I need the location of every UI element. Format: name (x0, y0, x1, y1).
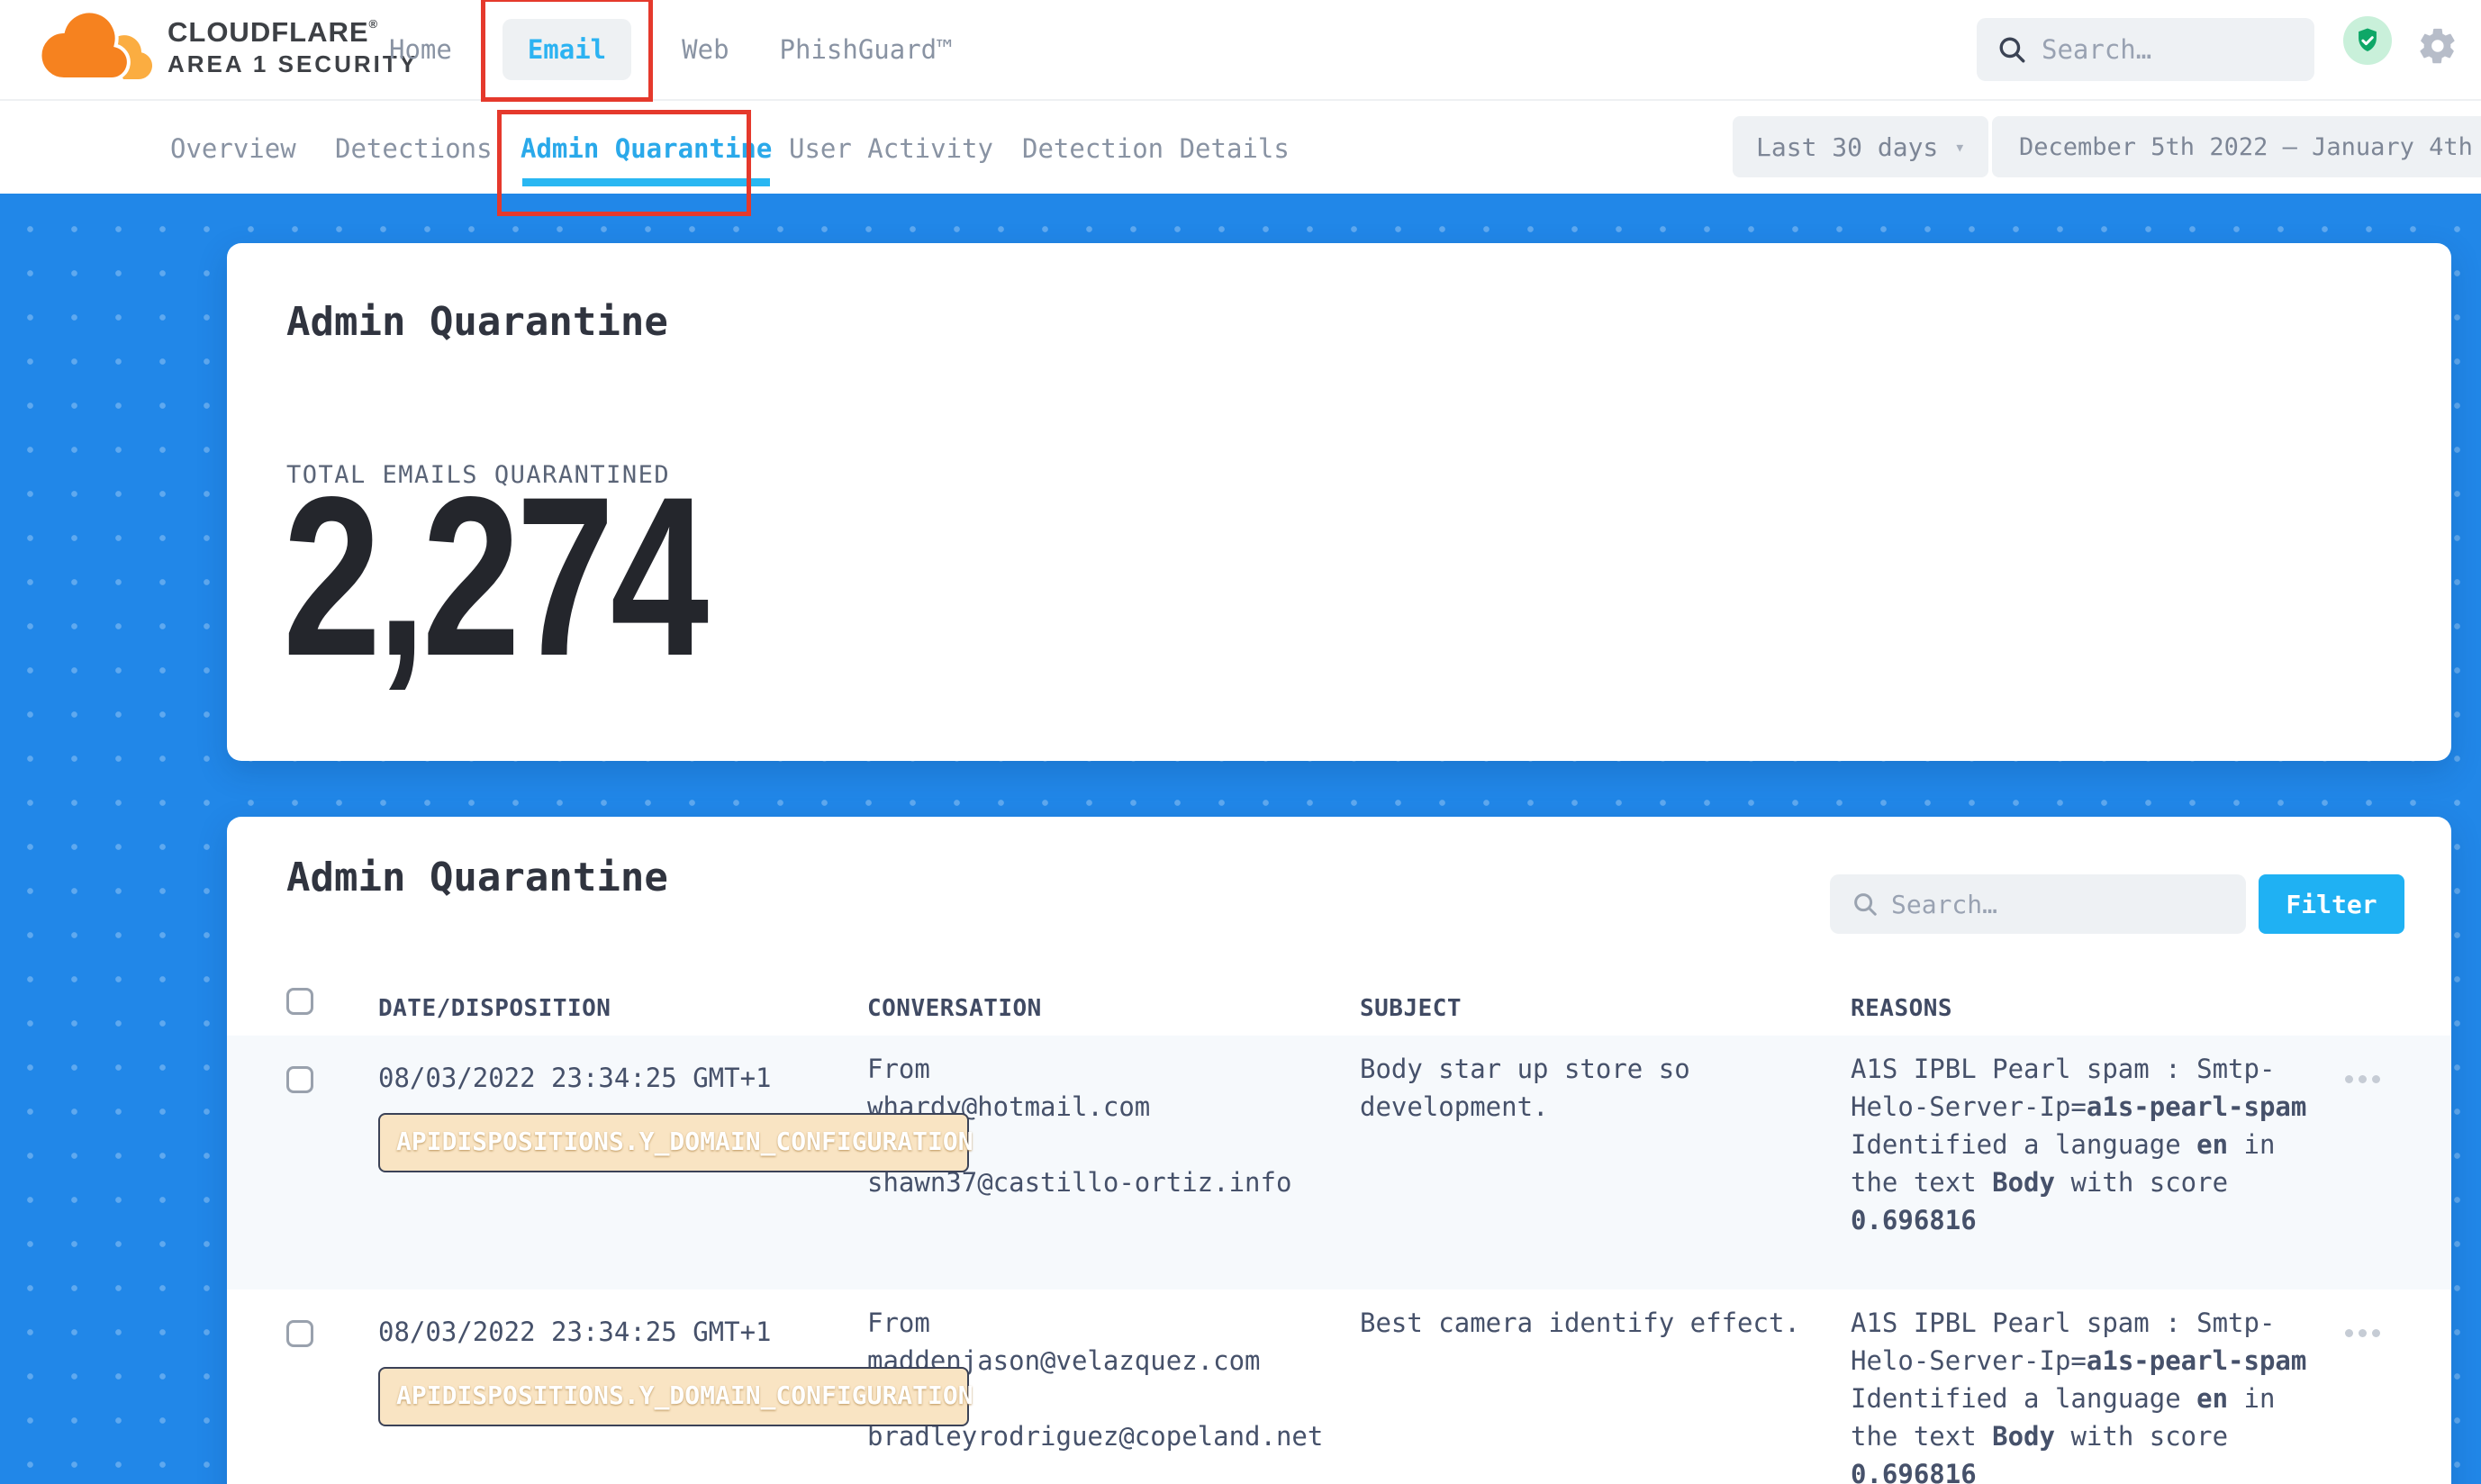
summary-card-title: Admin Quarantine (286, 299, 668, 345)
nav-item-phishguard[interactable]: PhishGuard™ (780, 34, 953, 65)
summary-card: Admin Quarantine TOTAL EMAILS QUARANTINE… (227, 243, 2451, 761)
chevron-down-icon: ▾ (1954, 136, 1965, 158)
active-tab-underline (522, 178, 770, 186)
table-card-title: Admin Quarantine (286, 855, 668, 900)
column-header-subject: SUBJECT (1360, 995, 1462, 1022)
date-range-dropdown-label: Last 30 days (1756, 132, 1938, 162)
content-area: Admin Quarantine TOTAL EMAILS QUARANTINE… (0, 194, 2481, 1484)
select-all-checkbox[interactable] (286, 988, 313, 1015)
tab-detection-details[interactable]: Detection Details (1022, 101, 1290, 195)
row-checkbox[interactable] (286, 1320, 313, 1347)
tab-detections[interactable]: Detections (335, 101, 493, 195)
column-header-reasons: REASONS (1851, 995, 1952, 1022)
date-range-display[interactable]: December 5th 2022 — January 4th 2023 (1992, 116, 2481, 177)
protection-status-badge[interactable] (2343, 16, 2392, 65)
gear-icon (2417, 25, 2458, 67)
cell-subject: Best camera identify effect. (1360, 1304, 1810, 1342)
row-actions-menu[interactable] (2345, 1075, 2380, 1083)
table-search-input[interactable] (1891, 890, 2188, 919)
search-icon (1852, 891, 1879, 918)
page: CLOUDFLARE® AREA 1 SECURITY Home Email W… (0, 0, 2481, 1484)
quarantine-table-card: Admin Quarantine Filter DATE/DISPOSITION… (227, 817, 2451, 1484)
cloudflare-cloud-icon (38, 9, 155, 85)
email-subnav: Overview Detections Admin Quarantine Use… (0, 99, 2481, 194)
top-header: CLOUDFLARE® AREA 1 SECURITY Home Email W… (0, 0, 2481, 99)
nav-item-email-wrap: Email (503, 19, 631, 80)
cell-reasons: A1S IPBL Pearl spam : Smtp-Helo-Server-I… (1851, 1050, 2325, 1239)
table-row[interactable]: 08/03/2022 23:34:25 GMT+1 APIDISPOSITION… (227, 1289, 2451, 1484)
disposition-badge: APIDISPOSITIONS.Y_DOMAIN_CONFIGURATION (378, 1367, 969, 1426)
cell-date: 08/03/2022 23:34:25 GMT+1 (378, 1317, 772, 1347)
brand-line2: AREA 1 SECURITY (168, 52, 418, 76)
shield-check-icon (2352, 25, 2383, 56)
global-search[interactable] (1977, 18, 2314, 81)
settings-button[interactable] (2417, 25, 2458, 67)
table-search[interactable] (1830, 874, 2246, 934)
column-header-conversation: CONVERSATION (867, 995, 1042, 1022)
from-label: From (867, 1304, 1323, 1342)
metric-value: 2,274 (283, 484, 704, 671)
cell-subject: Body star up store so development. (1360, 1050, 1810, 1126)
global-search-input[interactable] (2042, 34, 2285, 65)
table-header-row: DATE/DISPOSITION CONVERSATION SUBJECT RE… (227, 972, 2451, 1040)
nav-item-email[interactable]: Email (503, 19, 631, 80)
disposition-badge: APIDISPOSITIONS.Y_DOMAIN_CONFIGURATION (378, 1113, 969, 1172)
brand-line1: CLOUDFLARE® (168, 18, 418, 46)
brand-trademark: ® (369, 17, 379, 31)
search-icon (1997, 34, 2027, 65)
tab-admin-quarantine[interactable]: Admin Quarantine (521, 101, 772, 195)
row-actions-menu[interactable] (2345, 1329, 2380, 1337)
nav-item-home[interactable]: Home (389, 34, 452, 65)
cell-date: 08/03/2022 23:34:25 GMT+1 (378, 1063, 772, 1093)
from-label: From (867, 1050, 1291, 1088)
tab-overview[interactable]: Overview (170, 101, 296, 195)
column-header-date-disposition: DATE/DISPOSITION (378, 995, 611, 1022)
tab-user-activity[interactable]: User Activity (789, 101, 993, 195)
brand-logo[interactable]: CLOUDFLARE® AREA 1 SECURITY (38, 9, 418, 85)
cell-reasons: A1S IPBL Pearl spam : Smtp-Helo-Server-I… (1851, 1304, 2325, 1484)
date-range-text: December 5th 2022 — January 4th 2023 (2019, 133, 2481, 161)
main-nav: Home Email Web PhishGuard™ (389, 0, 953, 99)
date-range-dropdown[interactable]: Last 30 days ▾ (1733, 116, 1988, 177)
filter-button[interactable]: Filter (2259, 874, 2404, 934)
brand-text: CLOUDFLARE® AREA 1 SECURITY (168, 18, 418, 76)
table-row[interactable]: 08/03/2022 23:34:25 GMT+1 APIDISPOSITION… (227, 1036, 2451, 1289)
tab-admin-quarantine-label: Admin Quarantine (521, 133, 772, 164)
nav-item-web[interactable]: Web (682, 34, 729, 65)
row-checkbox[interactable] (286, 1066, 313, 1093)
